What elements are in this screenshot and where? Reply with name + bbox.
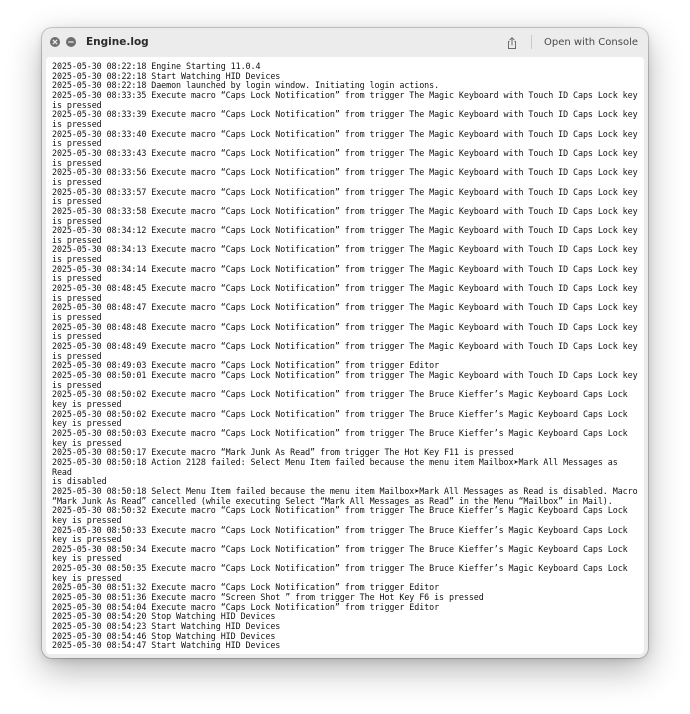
window-title: Engine.log	[86, 36, 149, 48]
log-text: 2025-05-30 08:22:18 Engine Starting 11.0…	[52, 61, 638, 651]
log-viewer[interactable]: 2025-05-30 08:22:18 Engine Starting 11.0…	[46, 57, 644, 654]
toolbar-divider	[531, 35, 533, 49]
title-bar: Engine.log Open with Console	[42, 28, 648, 56]
toolbar: Open with Console	[505, 28, 638, 56]
close-window-icon[interactable]	[50, 37, 60, 47]
share-icon[interactable]	[505, 35, 519, 49]
open-with-console-button[interactable]: Open with Console	[544, 37, 638, 48]
window-controls	[50, 37, 76, 47]
log-window: Engine.log Open with Console 2025-05-30 …	[42, 28, 648, 658]
minimize-window-icon[interactable]	[66, 37, 76, 47]
